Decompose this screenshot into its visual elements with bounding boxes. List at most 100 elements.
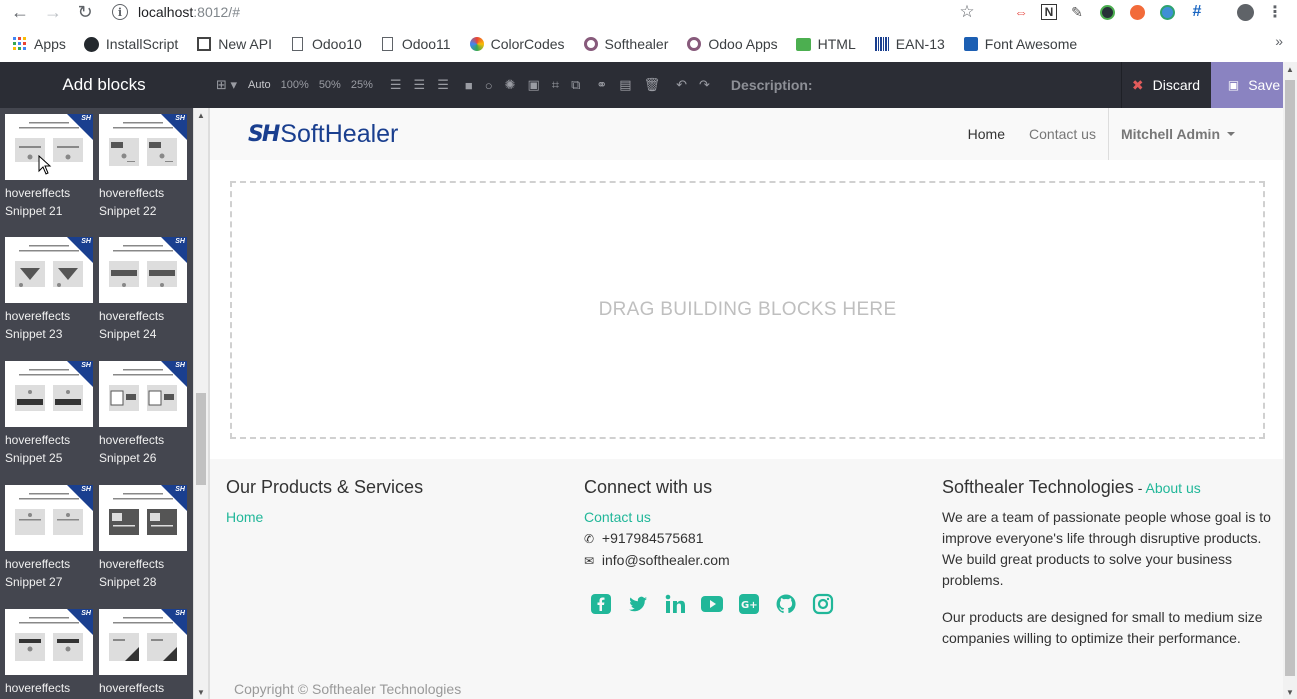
scroll-down-arrow-icon[interactable]: ▼: [1286, 688, 1294, 697]
address-bar[interactable]: i localhost:8012/#: [112, 0, 240, 24]
page-scrollbar[interactable]: ▲ ▼: [1283, 62, 1297, 699]
bookmark-star-icon[interactable]: ☆: [957, 2, 977, 22]
replace-image-icon[interactable]: ▤: [613, 62, 637, 108]
instagram-icon[interactable]: [812, 593, 834, 615]
extension-arrows-icon[interactable]: ⇔: [1011, 2, 1031, 22]
scroll-down-arrow-icon[interactable]: ▼: [197, 688, 205, 697]
bookmark-new-api[interactable]: New API: [196, 36, 272, 52]
extension-dark-circle-icon[interactable]: [1097, 2, 1117, 22]
extension-grid-icon[interactable]: #: [1187, 2, 1207, 22]
footer-about-column: Softhealer Technologies - About us We ar…: [942, 477, 1277, 649]
crop-icon[interactable]: ⌗: [546, 62, 565, 108]
odoo-circle-icon: [583, 36, 599, 52]
scrollbar-thumb[interactable]: [196, 393, 206, 485]
snippet-thumbnail: SH: [5, 237, 93, 303]
image-icon[interactable]: ▣: [521, 62, 545, 108]
copyright-text: Copyright © Softhealer Technologies: [234, 681, 462, 697]
browser-toolbar: ← → ↻ i localhost:8012/# ☆ ⇔ N ✎ # ⋮: [0, 0, 1297, 24]
flag-icon: [963, 36, 979, 52]
bookmark-odoo-apps[interactable]: Odoo Apps: [686, 36, 778, 52]
shape-square-icon[interactable]: ■: [459, 62, 479, 108]
shape-shadow-icon[interactable]: ✺: [499, 62, 522, 108]
scrollbar-thumb[interactable]: [1285, 80, 1295, 676]
site-info-icon[interactable]: i: [112, 4, 128, 20]
barcode-icon: [874, 36, 890, 52]
redo-icon[interactable]: ↷: [693, 62, 716, 108]
drop-zone[interactable]: DRAG BUILDING BLOCKS HERE: [230, 181, 1265, 439]
sidebar-scrollbar[interactable]: ▲ ▼: [193, 108, 208, 699]
bookmark-softhealer[interactable]: Softhealer: [583, 36, 668, 52]
reload-icon[interactable]: ↻: [75, 2, 95, 22]
browser-menu-icon[interactable]: ⋮: [1265, 2, 1285, 22]
extension-eyedropper-icon[interactable]: ✎: [1067, 2, 1087, 22]
extension-n-icon[interactable]: N: [1041, 4, 1057, 20]
about-us-link[interactable]: About us: [1145, 480, 1200, 496]
back-arrow-icon[interactable]: ←: [10, 2, 30, 22]
user-menu[interactable]: Mitchell Admin: [1107, 108, 1247, 160]
size-100-button[interactable]: 100%: [276, 62, 314, 108]
footer-contact-link[interactable]: Contact us: [584, 507, 914, 528]
bookmarks-overflow-button[interactable]: »: [1275, 33, 1283, 49]
transform-icon[interactable]: ⧉: [565, 62, 586, 108]
size-auto-button[interactable]: Auto: [243, 62, 276, 108]
footer-home-link[interactable]: Home: [226, 507, 556, 528]
snippet-24[interactable]: SH hovereffects Snippet 24: [99, 237, 187, 343]
google-plus-icon[interactable]: G+: [738, 593, 760, 615]
html-icon: [796, 36, 812, 52]
trash-icon[interactable]: 🗑: [638, 62, 667, 108]
website-canvas: SH SoftHealer Home Contact us Mitchell A…: [208, 108, 1283, 699]
scroll-up-arrow-icon[interactable]: ▲: [197, 111, 205, 120]
nav-contact-us[interactable]: Contact us: [1017, 126, 1108, 142]
extension-orange-icon[interactable]: [1127, 2, 1147, 22]
nav-home[interactable]: Home: [956, 126, 1017, 142]
snippet-23[interactable]: SH hovereffects Snippet 23: [5, 237, 93, 343]
site-footer: Our Products & Services Home Connect wit…: [210, 459, 1283, 699]
snippet-28[interactable]: SH hovereffects Snippet 28: [99, 485, 187, 591]
snippet-27[interactable]: SH hovereffects Snippet 27: [5, 485, 93, 591]
footer-products-column: Our Products & Services Home: [226, 477, 556, 528]
snippet-26[interactable]: SH hovereffects Snippet 26: [99, 361, 187, 467]
image-options-toolbar: ⊞ ▾ Auto 100% 50% 25% ☰ ☰ ☰ ■ ○ ✺ ▣ ⌗ ⧉ …: [210, 62, 818, 108]
snippet-thumbnail: SH: [99, 114, 187, 180]
align-right-icon[interactable]: ☰: [431, 62, 455, 108]
extension-globe-icon[interactable]: [1157, 2, 1177, 22]
bookmark-apps[interactable]: Apps: [12, 36, 66, 52]
scroll-up-arrow-icon[interactable]: ▲: [1286, 65, 1294, 74]
link-icon[interactable]: ⚭: [590, 62, 613, 108]
snippet-25[interactable]: SH hovereffects Snippet 25: [5, 361, 93, 467]
undo-icon[interactable]: ↶: [670, 62, 693, 108]
bookmark-odoo10[interactable]: Odoo10: [290, 36, 362, 52]
twitter-icon[interactable]: [627, 593, 649, 615]
bookmark-installscript[interactable]: InstallScript: [84, 36, 178, 52]
phone-icon: ✆: [584, 532, 595, 546]
bookmark-font-awesome[interactable]: Font Awesome: [963, 36, 1077, 52]
align-left-icon[interactable]: ☰: [384, 62, 408, 108]
site-logo[interactable]: SH SoftHealer: [248, 120, 398, 149]
description-label[interactable]: Description:: [726, 62, 818, 108]
youtube-icon[interactable]: [701, 593, 723, 615]
bookmark-odoo11[interactable]: Odoo11: [380, 36, 451, 52]
grid-dropdown-icon[interactable]: ⊞ ▾: [210, 62, 243, 108]
profile-avatar-icon[interactable]: [1235, 2, 1255, 22]
bookmark-ean13[interactable]: EAN-13: [874, 36, 945, 52]
url-text[interactable]: localhost:8012/#: [138, 4, 240, 20]
snippet-thumbnail: SH: [5, 609, 93, 675]
github-icon[interactable]: [775, 593, 797, 615]
mouse-cursor-icon: [38, 155, 52, 175]
snippet-22[interactable]: SH hovereffects Snippet 22: [99, 114, 187, 220]
forward-arrow-icon[interactable]: →: [43, 2, 63, 22]
align-center-icon[interactable]: ☰: [408, 62, 432, 108]
snippet-30[interactable]: SH hovereffects: [99, 609, 187, 697]
editor-toolbar: Add blocks ⊞ ▾ Auto 100% 50% 25% ☰ ☰ ☰ ■…: [0, 62, 1297, 108]
snippet-29[interactable]: SH hovereffects: [5, 609, 93, 697]
close-icon: ✖: [1131, 76, 1144, 93]
odoo-circle-icon: [686, 36, 702, 52]
size-25-button[interactable]: 25%: [346, 62, 378, 108]
shape-circle-icon[interactable]: ○: [479, 62, 499, 108]
discard-button[interactable]: ✖ Discard: [1121, 62, 1210, 108]
bookmark-colorcodes[interactable]: ColorCodes: [469, 36, 565, 52]
size-50-button[interactable]: 50%: [314, 62, 346, 108]
bookmark-html[interactable]: HTML: [796, 36, 856, 52]
facebook-icon[interactable]: [590, 593, 612, 615]
linkedin-icon[interactable]: [664, 593, 686, 615]
